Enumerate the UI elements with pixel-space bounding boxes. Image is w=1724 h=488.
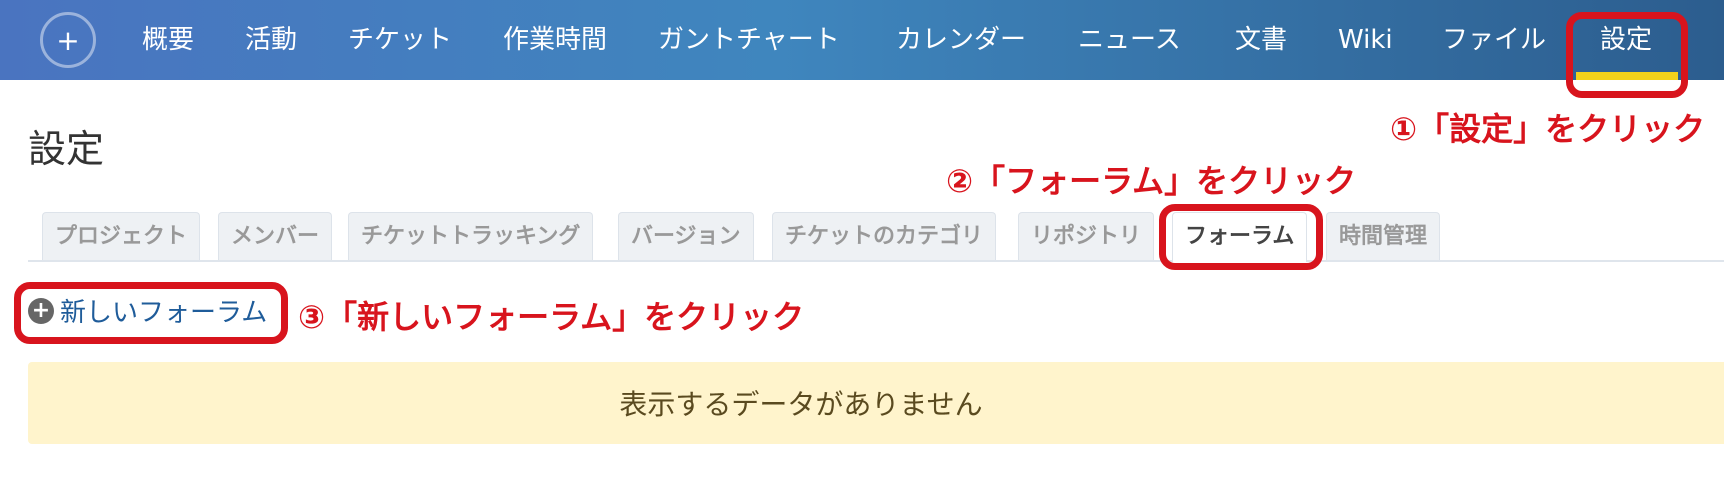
nav-spent-time[interactable]: 作業時間	[503, 0, 607, 80]
nav-files[interactable]: ファイル	[1442, 0, 1546, 80]
tab-members[interactable]: メンバー	[218, 212, 333, 260]
nav-overview[interactable]: 概要	[142, 0, 194, 80]
top-navigation-bar: + 概要 活動 チケット 作業時間 ガントチャート カレンダー ニュース 文書 …	[0, 0, 1724, 80]
nav-calendar[interactable]: カレンダー	[896, 0, 1026, 80]
nav-gantt[interactable]: ガントチャート	[658, 0, 840, 80]
tab-time-tracking[interactable]: 時間管理	[1326, 212, 1441, 260]
annotation-step-3: ③「新しいフォーラム」をクリック	[298, 298, 805, 336]
tab-issue-tracking[interactable]: チケットトラッキング	[348, 212, 594, 260]
nav-documents[interactable]: 文書	[1235, 0, 1287, 80]
tab-project[interactable]: プロジェクト	[42, 212, 201, 260]
nav-news[interactable]: ニュース	[1078, 0, 1181, 80]
no-data-message: 表示するデータがありません	[28, 362, 1724, 444]
no-data-text: 表示するデータがありません	[619, 388, 983, 421]
highlight-forums-tab	[1159, 204, 1323, 270]
tab-versions[interactable]: バージョン	[618, 212, 754, 260]
annotation-step-1: ①「設定」をクリック	[1390, 110, 1706, 148]
highlight-settings	[1566, 12, 1688, 98]
nav-wiki[interactable]: Wiki	[1338, 0, 1393, 80]
nav-issues[interactable]: チケット	[348, 0, 452, 80]
page-title: 設定	[28, 127, 105, 171]
tab-repository[interactable]: リポジトリ	[1018, 212, 1155, 260]
new-item-plus-button[interactable]: +	[40, 12, 96, 68]
annotation-step-2: ②「フォーラム」をクリック	[946, 162, 1357, 200]
nav-activity[interactable]: 活動	[245, 0, 297, 80]
highlight-new-forum	[14, 282, 288, 344]
tab-issue-categories[interactable]: チケットのカテゴリ	[772, 212, 997, 260]
